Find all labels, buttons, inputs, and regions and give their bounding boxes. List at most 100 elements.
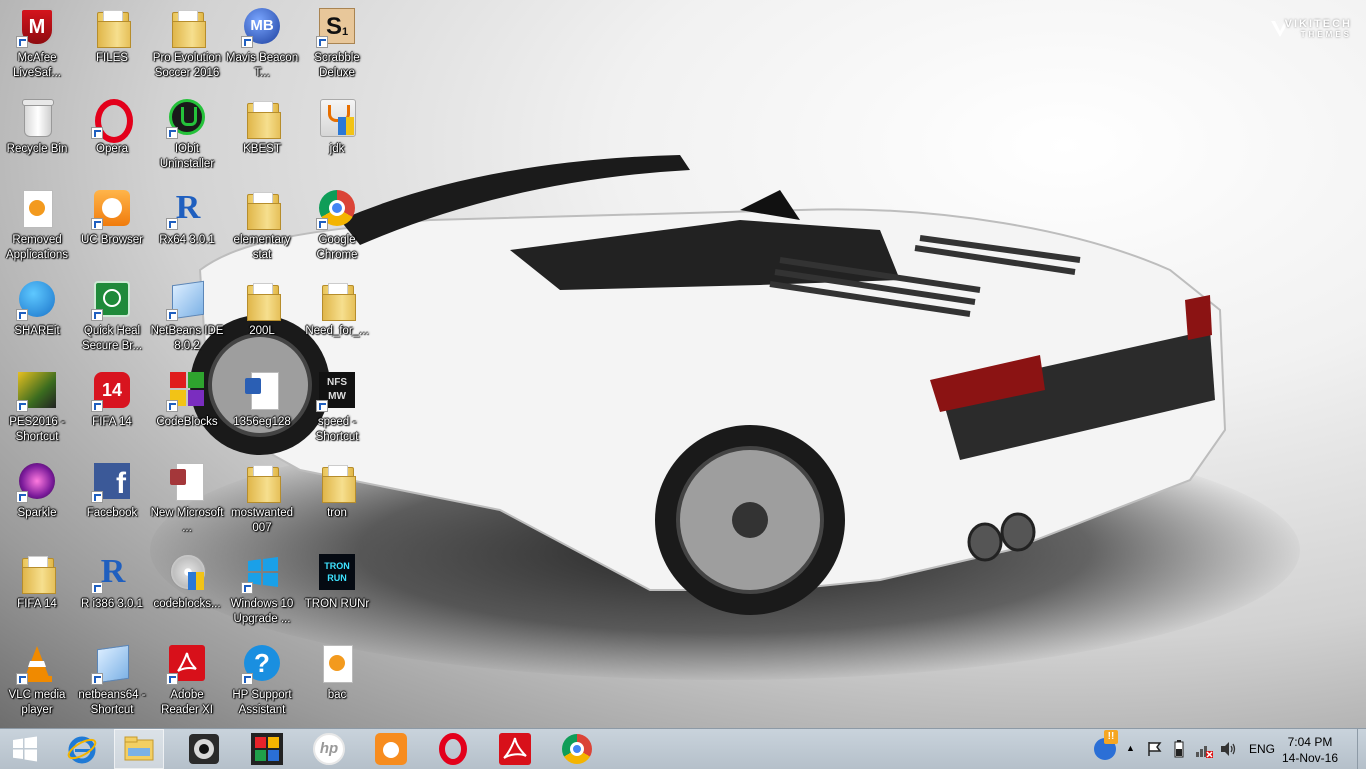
desktop-icon-recycle-bin[interactable]: Recycle Bin [0, 97, 74, 157]
icon-label: bac [327, 689, 347, 701]
desktop[interactable]: VIKITECH THEMES M McAfee LiveSaf... Recy… [0, 0, 1366, 728]
desktop-icon-mcafee[interactable]: M McAfee LiveSaf... [0, 6, 74, 81]
desktop-icon-1356eg128[interactable]: 1356eg128 [225, 370, 299, 430]
desktop-icon-tron[interactable]: tron [300, 461, 374, 521]
desktop-icon-adobe-reader[interactable]: Adobe Reader XI [150, 643, 224, 718]
installer-disc-icon [166, 552, 208, 594]
desktop-icon-hp-support[interactable]: ? HP Support Assistant [225, 643, 299, 718]
desktop-icon-mostwanted[interactable]: mostwanted 007 [225, 461, 299, 536]
show-desktop-button[interactable] [1357, 729, 1366, 769]
desktop-icon-new-microsoft[interactable]: New Microsoft ... [150, 461, 224, 536]
colorful-tiles-icon [251, 733, 283, 765]
icon-label: Windows 10 Upgrade ... [230, 598, 294, 625]
taskbar-file-explorer[interactable] [114, 729, 164, 769]
desktop-icon-uc-browser[interactable]: UC Browser [75, 188, 149, 248]
scrabble-score: 1 [342, 26, 349, 38]
taskbar: hp !! ▲ ENG 7:04 PM 14-Nov-16 [0, 728, 1366, 769]
desktop-icon-google-chrome[interactable]: Google Chrome [300, 188, 374, 263]
recycle-bin-icon [16, 97, 58, 139]
icon-label: 200L [249, 325, 275, 337]
show-hidden-icons-chevron[interactable]: ▲ [1126, 743, 1135, 753]
desktop-icon-r-i386[interactable]: R R i386 3.0.1 [75, 552, 149, 612]
uc-browser-icon [91, 188, 133, 230]
icon-label: speed - Shortcut [315, 416, 359, 443]
desktop-icon-pes2016[interactable]: Pro Evolution Soccer 2016 [150, 6, 224, 81]
shortcut-arrow-icon [166, 127, 178, 139]
internet-explorer-icon [67, 736, 97, 764]
watermark: VIKITECH THEMES [1285, 18, 1352, 39]
folder-icon [91, 6, 133, 48]
tray-update-notifier[interactable]: !! [1088, 729, 1122, 769]
webcam-icon [189, 734, 219, 764]
shortcut-arrow-icon [16, 491, 28, 503]
nfs-most-wanted-icon: NFS MW [316, 370, 358, 412]
desktop-icon-quick-heal[interactable]: Quick Heal Secure Br... [75, 279, 149, 354]
icon-label: VLC media player [8, 689, 66, 716]
shortcut-arrow-icon [91, 491, 103, 503]
desktop-icon-jdk[interactable]: jdk [300, 97, 374, 157]
taskbar-photo-app[interactable] [243, 729, 291, 769]
desktop-icon-200l[interactable]: 200L [225, 279, 299, 339]
tray-battery[interactable] [1168, 729, 1190, 769]
desktop-icon-facebook[interactable]: f Facebook [75, 461, 149, 521]
taskbar-hp[interactable]: hp [305, 729, 353, 769]
tray-network[interactable] [1192, 729, 1216, 769]
taskbar-uc-browser[interactable] [367, 729, 415, 769]
r-language-icon: R [91, 552, 133, 594]
taskbar-internet-explorer[interactable] [58, 729, 106, 769]
tray-clock[interactable]: 7:04 PM 14-Nov-16 [1282, 734, 1338, 766]
uc-alert-icon: !! [1094, 730, 1118, 760]
taskbar-google-chrome[interactable] [553, 729, 601, 769]
tray-volume[interactable] [1216, 729, 1240, 769]
desktop-icon-bac[interactable]: bac [300, 643, 374, 703]
icon-label: Pro Evolution Soccer 2016 [152, 52, 222, 79]
icon-label: FILES [96, 52, 128, 64]
desktop-icon-tron-runr[interactable]: TRON RUN TRON RUNr [300, 552, 374, 612]
nfs-text: NFS [327, 377, 347, 388]
tray-language[interactable]: ENG [1249, 742, 1275, 756]
desktop-icon-speed-shortcut[interactable]: NFS MW speed - Shortcut [300, 370, 374, 445]
flag-icon [1148, 742, 1162, 756]
tron-sub-text: RUN [327, 573, 347, 583]
icon-label: netbeans64 - Shortcut [78, 689, 146, 716]
desktop-icon-shareit[interactable]: SHAREit [0, 279, 74, 339]
desktop-icon-windows10-upgrade[interactable]: Windows 10 Upgrade ... [225, 552, 299, 627]
start-button[interactable] [0, 729, 50, 769]
desktop-icon-rx64[interactable]: R Rx64 3.0.1 [150, 188, 224, 248]
taskbar-adobe-reader[interactable] [491, 729, 539, 769]
taskbar-webcam-app[interactable] [180, 729, 228, 769]
desktop-icon-scrabble[interactable]: S 1 Scrabble Deluxe [300, 6, 374, 81]
taskbar-opera[interactable] [429, 729, 477, 769]
desktop-icon-netbeans64-shortcut[interactable]: netbeans64 - Shortcut [75, 643, 149, 718]
facebook-icon: f [91, 461, 133, 503]
desktop-icon-sparkle[interactable]: Sparkle [0, 461, 74, 521]
desktop-icon-need-for-speed[interactable]: Need_for_... [300, 279, 374, 339]
icon-label: Rx64 3.0.1 [159, 234, 215, 246]
desktop-icon-iobit-uninstaller[interactable]: IObit Uninstaller [150, 97, 224, 172]
icon-label: tron [327, 507, 347, 519]
icon-label: Facebook [86, 507, 138, 519]
desktop-icon-codeblocks[interactable]: CodeBlocks [150, 370, 224, 430]
opera-icon [439, 733, 467, 765]
desktop-icon-codeblocks-setup[interactable]: codeblocks... [150, 552, 224, 612]
desktop-icon-elementary-stat[interactable]: elementary stat [225, 188, 299, 263]
tray-action-center[interactable] [1144, 729, 1166, 769]
hp-logo-icon: hp [313, 733, 345, 765]
icon-label: Removed Applications [5, 234, 68, 261]
icon-label: Google Chrome [316, 234, 358, 261]
desktop-icon-fifa14-app[interactable]: 14 FIFA 14 [75, 370, 149, 430]
desktop-icon-removed-applications[interactable]: Removed Applications [0, 188, 74, 263]
icon-label: Quick Heal Secure Br... [81, 325, 143, 352]
shortcut-arrow-icon [16, 673, 28, 685]
desktop-icon-mavis-beacon[interactable]: MB Mavis Beacon T... [225, 6, 299, 81]
desktop-icon-opera[interactable]: Opera [75, 97, 149, 157]
speaker-icon [1221, 742, 1236, 756]
desktop-icon-netbeans-ide[interactable]: NetBeans IDE 8.0.2 [150, 279, 224, 354]
desktop-icon-kbest[interactable]: KBEST [225, 97, 299, 157]
desktop-icon-vlc[interactable]: VLC media player [0, 643, 74, 718]
netbeans-cube-icon [166, 279, 208, 321]
icon-label: codeblocks... [153, 598, 221, 610]
desktop-icon-fifa14-folder[interactable]: FIFA 14 [0, 552, 74, 612]
desktop-icon-files[interactable]: FILES [75, 6, 149, 66]
desktop-icon-pes2016-shortcut[interactable]: PES2016 - Shortcut [0, 370, 74, 445]
